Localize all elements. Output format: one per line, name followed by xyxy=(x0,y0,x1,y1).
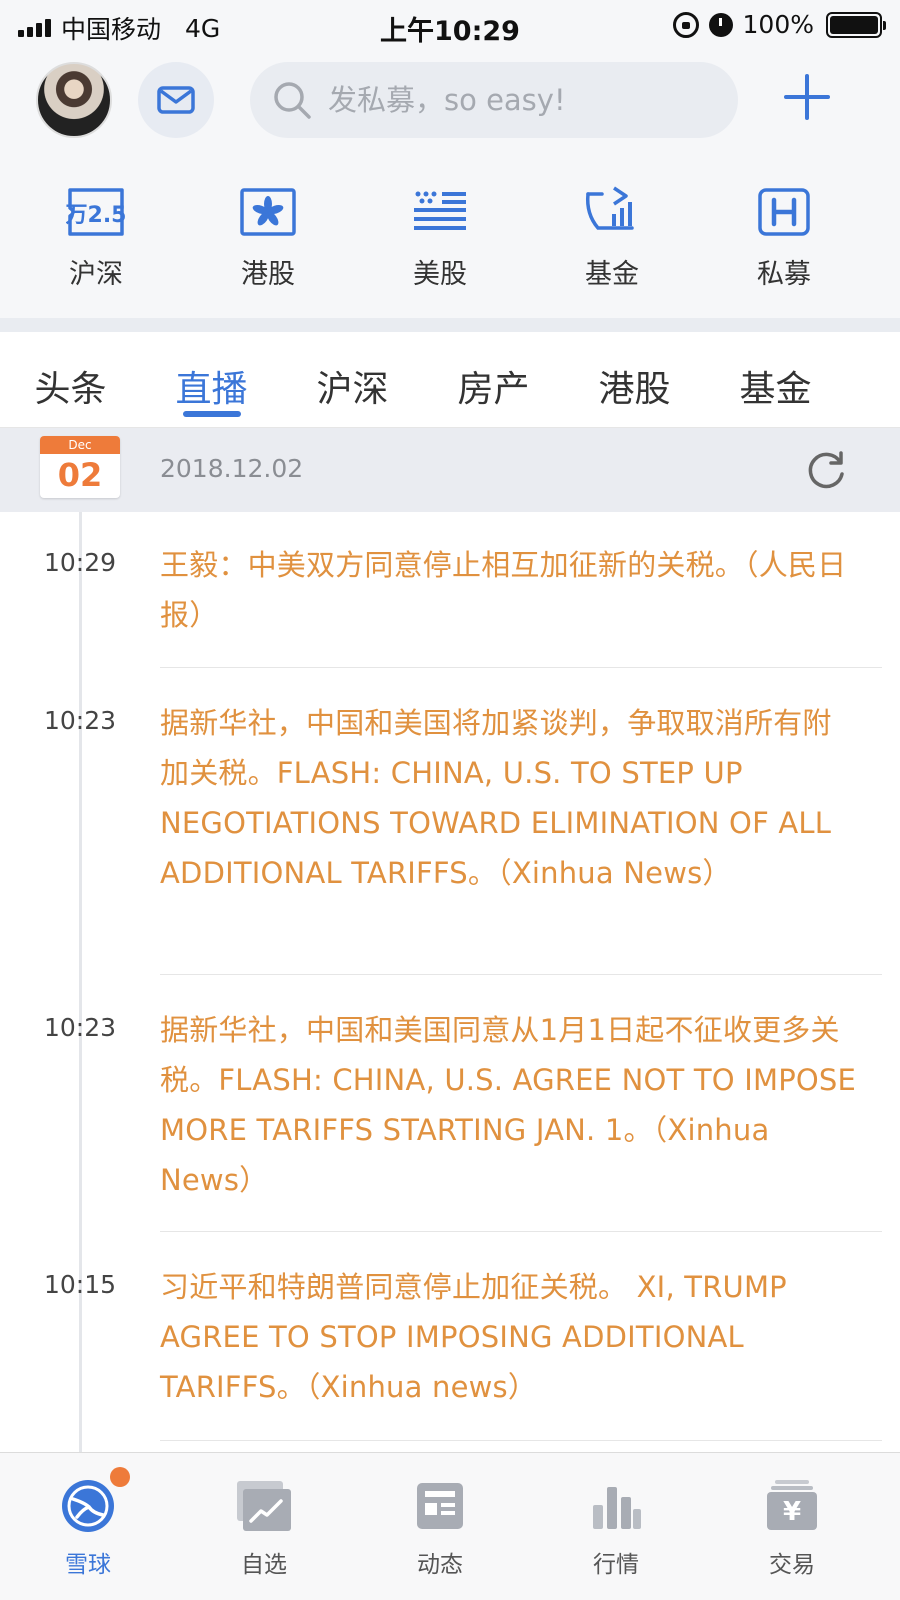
tab-headlines[interactable]: 头条 xyxy=(0,332,141,427)
news-divider xyxy=(160,974,882,975)
refresh-icon xyxy=(808,451,844,489)
mail-icon xyxy=(157,86,195,114)
tab-hk-stocks[interactable]: 港股 xyxy=(564,332,705,427)
alarm-icon xyxy=(708,12,733,37)
market-shortcuts: 万2.5 沪深 港股 美股 基金 私募 xyxy=(0,160,900,318)
news-time: 10:15 xyxy=(44,1270,117,1299)
battery-label: 100% xyxy=(742,10,814,39)
news-text: 王毅：中美双方同意停止相互加征新的关税。（人民日报） xyxy=(160,548,847,632)
news-timeline: 10:29 王毅：中美双方同意停止相互加征新的关税。（人民日报） 10:23 据… xyxy=(0,512,900,1452)
market-private[interactable]: 私募 xyxy=(698,160,870,318)
market-label: 沪深 xyxy=(69,259,123,290)
nav-snowball[interactable]: 雪球 xyxy=(0,1453,176,1600)
tab-a-share[interactable]: 沪深 xyxy=(282,332,423,427)
market-label: 私募 xyxy=(757,259,811,290)
calendar-day: 02 xyxy=(57,456,103,494)
tab-real-estate[interactable]: 房产 xyxy=(423,332,564,427)
tab-live[interactable]: 直播 xyxy=(141,332,282,427)
nav-trade[interactable]: ¥ 交易 xyxy=(704,1453,880,1600)
nav-label: 交易 xyxy=(769,1552,815,1578)
a-share-icon: 万2.5 xyxy=(65,184,127,240)
news-time: 10:29 xyxy=(44,548,117,577)
svg-text:¥: ¥ xyxy=(783,1497,801,1527)
notification-dot xyxy=(110,1467,130,1487)
calendar-icon: Dec 02 xyxy=(40,436,120,498)
search-input[interactable] xyxy=(328,83,708,117)
svg-text:万2.5: 万2.5 xyxy=(66,203,126,228)
private-fund-icon xyxy=(753,184,815,240)
market-fund[interactable]: 基金 xyxy=(526,160,698,318)
calendar-month: Dec xyxy=(40,436,120,454)
battery-icon xyxy=(826,11,886,38)
tab-funds[interactable]: 基金 xyxy=(705,332,846,427)
trade-icon: ¥ xyxy=(763,1477,821,1535)
market-us[interactable]: 美股 xyxy=(354,160,526,318)
us-flag-icon xyxy=(409,184,471,240)
nav-market[interactable]: 行情 xyxy=(528,1453,704,1600)
market-label: 基金 xyxy=(585,259,639,290)
market-label: 美股 xyxy=(413,259,467,290)
watchlist-icon xyxy=(235,1477,293,1535)
news-text: 习近平和特朗普同意停止加征关税。 XI, TRUMP AGREE TO STOP… xyxy=(160,1270,787,1404)
market-hk[interactable]: 港股 xyxy=(182,160,354,318)
news-text: 据新华社，中国和美国将加紧谈判，争取取消所有附加关税。FLASH: CHINA,… xyxy=(160,706,832,890)
add-button[interactable] xyxy=(780,70,834,124)
timeline-line xyxy=(79,512,82,1452)
message-button[interactable] xyxy=(138,62,214,138)
news-divider xyxy=(160,667,882,668)
bottom-nav: 雪球 自选 动态 行情 ¥ 交易 xyxy=(0,1452,900,1600)
market-chart-icon xyxy=(587,1477,645,1535)
nav-label: 行情 xyxy=(593,1552,639,1578)
market-label: 港股 xyxy=(241,259,295,290)
date-bar: Dec 02 2018.12.02 xyxy=(0,428,900,512)
search-icon xyxy=(274,82,311,119)
fund-icon xyxy=(581,184,643,240)
nav-watchlist[interactable]: 自选 xyxy=(176,1453,352,1600)
news-time: 10:23 xyxy=(44,1013,117,1042)
nav-feed[interactable]: 动态 xyxy=(352,1453,528,1600)
hk-flag-icon xyxy=(237,184,299,240)
status-bar: 中国移动 4G 上午10:29 100% xyxy=(0,0,900,50)
section-divider xyxy=(0,318,900,332)
feed-icon xyxy=(411,1477,469,1535)
news-text: 据新华社，中国和美国同意从1月1日起不征收更多关税。FLASH: CHINA, … xyxy=(160,1013,857,1197)
market-a-share[interactable]: 万2.5 沪深 xyxy=(10,160,182,318)
date-label: 2018.12.02 xyxy=(160,454,304,483)
news-time: 10:23 xyxy=(44,706,117,735)
nav-label: 雪球 xyxy=(65,1552,111,1578)
news-divider xyxy=(160,1231,882,1232)
nav-label: 动态 xyxy=(417,1552,463,1578)
news-tabs: 头条 直播 沪深 房产 港股 基金 xyxy=(0,332,900,428)
rotation-lock-icon xyxy=(672,11,699,38)
snowball-icon xyxy=(59,1477,117,1535)
nav-label: 自选 xyxy=(241,1552,287,1578)
refresh-button[interactable] xyxy=(804,448,848,492)
search-bar[interactable] xyxy=(250,62,738,138)
avatar[interactable] xyxy=(36,62,112,138)
top-header xyxy=(0,50,900,160)
news-divider xyxy=(160,1440,882,1441)
